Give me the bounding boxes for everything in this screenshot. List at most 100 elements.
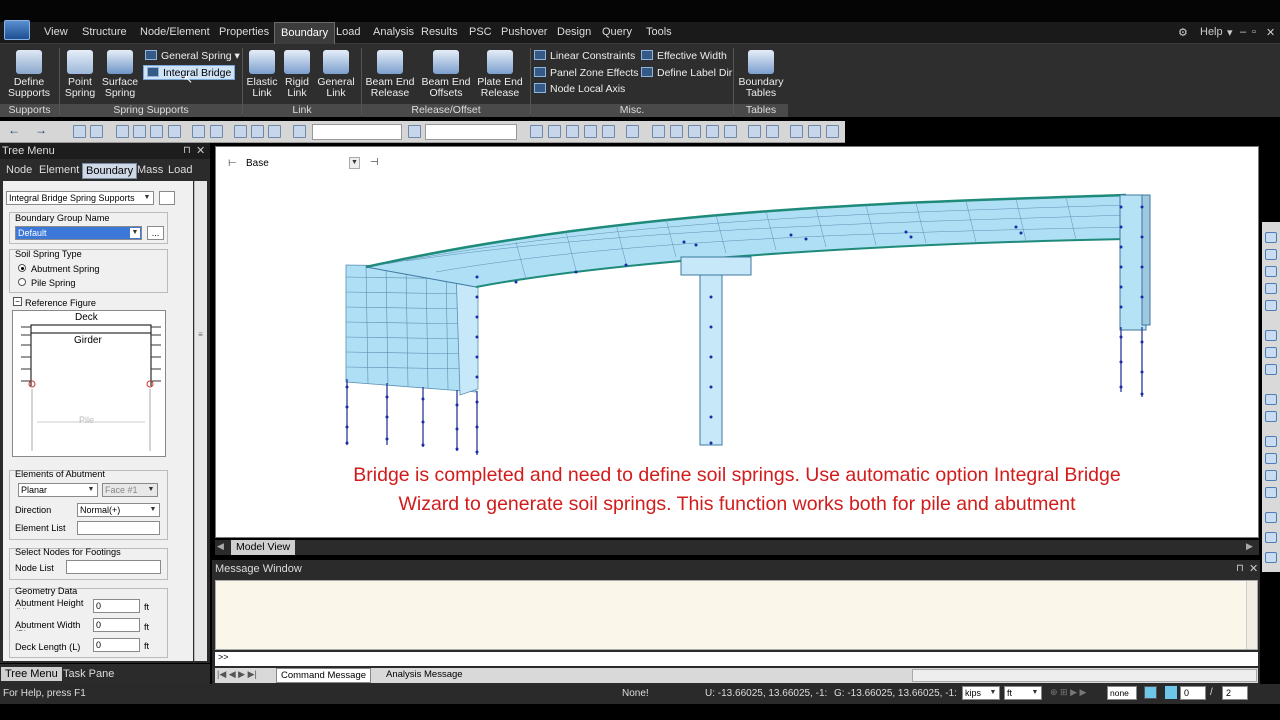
element-list-input[interactable] bbox=[77, 521, 160, 535]
view-tool-icon[interactable] bbox=[1265, 232, 1277, 243]
beam-end-release-button[interactable]: Beam End Release bbox=[364, 48, 416, 106]
menu-properties[interactable]: Properties bbox=[219, 26, 269, 38]
menu-node-element[interactable]: Node/Element bbox=[140, 26, 210, 38]
face-select[interactable]: Face #1 ▼ bbox=[102, 483, 158, 497]
toolbar-icon[interactable] bbox=[150, 125, 163, 138]
toolbar-icon[interactable] bbox=[133, 125, 146, 138]
view-tool-icon[interactable] bbox=[1265, 249, 1277, 260]
view-tool-icon[interactable] bbox=[1265, 532, 1277, 543]
menu-view[interactable]: View bbox=[44, 26, 68, 38]
toolbar-icon[interactable] bbox=[706, 125, 719, 138]
tab-scroll-left-icon[interactable]: ◀ bbox=[217, 541, 224, 552]
tab-nav-icons[interactable]: |◀ ◀ ▶ ▶| bbox=[217, 669, 257, 680]
toolbar-icon[interactable] bbox=[670, 125, 683, 138]
help-status-icon[interactable] bbox=[1144, 686, 1157, 699]
toolbar-icon[interactable] bbox=[210, 125, 223, 138]
message-hscrollbar[interactable] bbox=[912, 669, 1257, 682]
toolbar-icon[interactable] bbox=[408, 125, 421, 138]
view-tool-icon[interactable] bbox=[1265, 394, 1277, 405]
base-dropdown-icon[interactable]: ▼ bbox=[349, 157, 360, 169]
zoom-out-icon[interactable] bbox=[1265, 283, 1277, 294]
view-tool-icon[interactable] bbox=[1265, 364, 1277, 375]
general-spring-button[interactable]: General Spring ▾ bbox=[145, 49, 240, 64]
none-select[interactable]: none bbox=[1107, 686, 1137, 700]
menu-tools[interactable]: Tools bbox=[646, 26, 672, 38]
model-view[interactable]: ⊢ Base ▼ ⊣ Bridge is completed and need … bbox=[215, 146, 1259, 538]
toolbar-icon[interactable] bbox=[626, 125, 639, 138]
tab-mass[interactable]: Mass bbox=[134, 163, 166, 177]
collapse-icon[interactable]: − bbox=[13, 297, 22, 306]
node-local-axis-button[interactable]: Node Local Axis bbox=[534, 82, 625, 97]
menu-design[interactable]: Design bbox=[557, 26, 591, 38]
toolbar-icon[interactable] bbox=[293, 125, 306, 138]
page-b-field[interactable]: 2 bbox=[1222, 686, 1248, 700]
menu-analysis[interactable]: Analysis bbox=[373, 26, 414, 38]
help-menu[interactable]: Help bbox=[1200, 26, 1223, 38]
node-list-input[interactable] bbox=[66, 560, 161, 574]
boundary-group-more-button[interactable]: ... bbox=[147, 226, 164, 240]
panel-close-icon[interactable]: ✕ bbox=[196, 144, 205, 157]
color-swatch-icon[interactable] bbox=[1165, 686, 1177, 699]
view-tool-icon[interactable] bbox=[1265, 453, 1277, 464]
function-select[interactable]: Integral Bridge Spring Supports ▼ bbox=[6, 191, 154, 205]
page-a-field[interactable]: 0 bbox=[1180, 686, 1206, 700]
tab-task-pane[interactable]: Task Pane bbox=[59, 667, 118, 681]
abutment-height-input[interactable]: 0 bbox=[93, 599, 140, 613]
toolbar-icon[interactable] bbox=[168, 125, 181, 138]
length-unit-select[interactable]: ft ▼ bbox=[1004, 686, 1042, 700]
effective-width-button[interactable]: Effective Width bbox=[641, 49, 727, 64]
toolbar-icon[interactable] bbox=[602, 125, 615, 138]
view-tool-icon[interactable] bbox=[1265, 436, 1277, 447]
view-tool-icon[interactable] bbox=[1265, 552, 1277, 563]
settings-icon[interactable]: ⚙ bbox=[1178, 26, 1188, 39]
tab-tree-menu[interactable]: Tree Menu bbox=[1, 667, 62, 681]
message-close-icon[interactable]: ✕ bbox=[1249, 562, 1258, 575]
tab-model-view[interactable]: Model View bbox=[231, 540, 296, 555]
abutment-width-input[interactable]: 0 bbox=[93, 618, 140, 632]
menu-results[interactable]: Results bbox=[421, 26, 458, 38]
close-icon[interactable]: ✕ bbox=[1266, 26, 1275, 39]
menu-structure[interactable]: Structure bbox=[82, 26, 127, 38]
elastic-link-button[interactable]: Elastic Link bbox=[245, 48, 279, 106]
zoom-fit-icon[interactable] bbox=[1265, 300, 1277, 311]
toolbar-icon[interactable] bbox=[790, 125, 803, 138]
toolbar-select[interactable] bbox=[425, 124, 517, 140]
general-link-button[interactable]: General Link bbox=[316, 48, 356, 106]
surface-spring-button[interactable]: Surface Spring bbox=[100, 48, 140, 106]
plate-end-release-button[interactable]: Plate End Release bbox=[475, 48, 525, 106]
view-tool-icon[interactable] bbox=[1265, 347, 1277, 358]
planar-select[interactable]: Planar ▼ bbox=[18, 483, 98, 497]
status-tool-icons[interactable]: ⊕ ⊞ ▶ ▶ bbox=[1050, 687, 1106, 699]
toolbar-icon[interactable] bbox=[548, 125, 561, 138]
toolbar-icon[interactable] bbox=[808, 125, 821, 138]
boundary-group-select[interactable]: Default ▼ bbox=[15, 226, 142, 240]
message-scrollbar[interactable] bbox=[1246, 581, 1257, 649]
redo-icon[interactable]: → bbox=[35, 124, 48, 138]
direction-select[interactable]: Normal(+) ▼ bbox=[77, 503, 160, 517]
zoom-in-icon[interactable] bbox=[1265, 266, 1277, 277]
menu-boundary[interactable]: Boundary bbox=[274, 22, 336, 44]
toolbar-icon[interactable] bbox=[826, 125, 839, 138]
restore-icon[interactable]: ▫ bbox=[1252, 26, 1256, 38]
define-label-dir-button[interactable]: Define Label Dir bbox=[641, 66, 732, 81]
tab-node[interactable]: Node bbox=[3, 163, 35, 177]
define-supports-button[interactable]: Define Supports bbox=[3, 48, 55, 106]
tab-analysis-message[interactable]: Analysis Message bbox=[382, 669, 467, 680]
pile-spring-radio[interactable] bbox=[18, 278, 26, 286]
menu-query[interactable]: Query bbox=[602, 26, 632, 38]
tab-load[interactable]: Load bbox=[165, 163, 195, 177]
toolbar-icon[interactable] bbox=[748, 125, 761, 138]
toolbar-icon[interactable] bbox=[251, 125, 264, 138]
toolbar-icon[interactable] bbox=[566, 125, 579, 138]
toolbar-icon[interactable] bbox=[234, 125, 247, 138]
level-icon[interactable]: ⊣ bbox=[370, 157, 379, 168]
toolbar-icon[interactable] bbox=[584, 125, 597, 138]
boundary-tables-button[interactable]: Boundary Tables bbox=[736, 48, 786, 106]
toolbar-icon[interactable] bbox=[688, 125, 701, 138]
toolbar-icon[interactable] bbox=[766, 125, 779, 138]
function-extra-button[interactable] bbox=[159, 191, 175, 205]
tab-element[interactable]: Element bbox=[36, 163, 82, 177]
deck-length-input[interactable]: 0 bbox=[93, 638, 140, 652]
tab-boundary[interactable]: Boundary bbox=[82, 163, 138, 179]
message-output[interactable] bbox=[215, 580, 1258, 650]
